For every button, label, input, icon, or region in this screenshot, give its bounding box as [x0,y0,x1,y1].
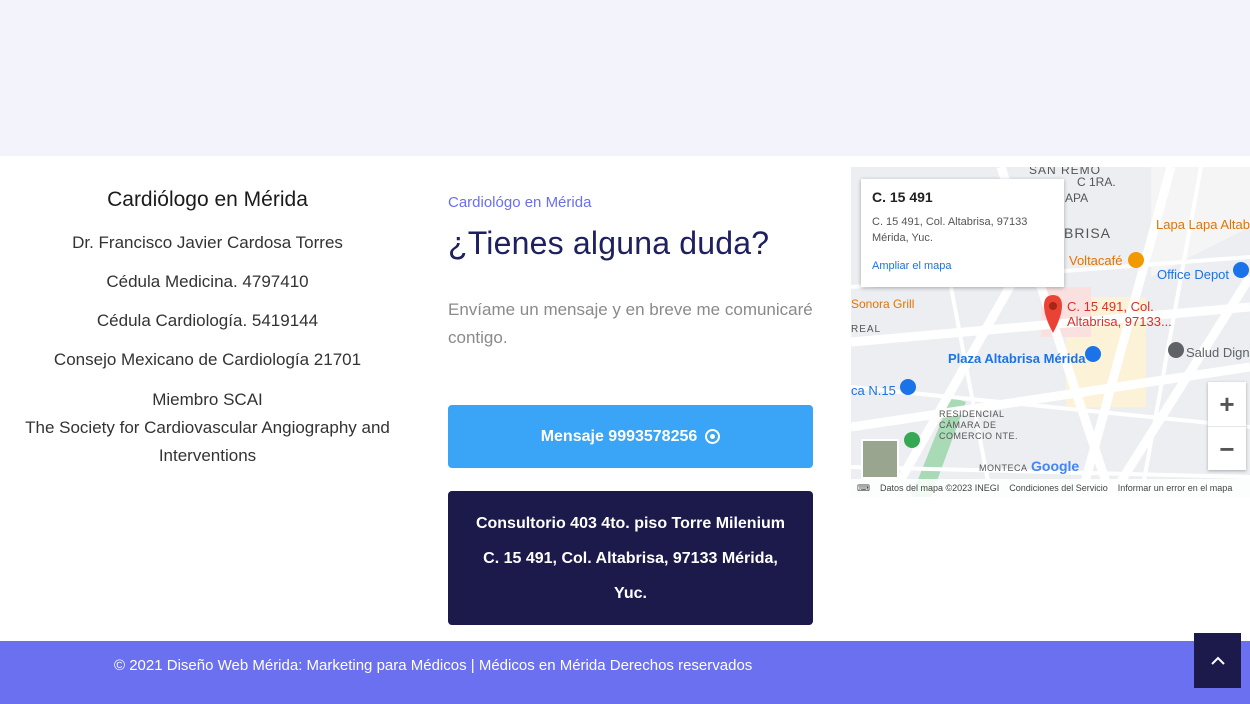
google-logo: Google [1031,458,1080,474]
profile-scai-member: Miembro SCAI [152,390,263,409]
map-label-real: REAL [851,324,882,335]
scroll-to-top-button[interactable] [1194,633,1241,688]
contact-eyebrow: Cardiológo en Mérida [448,194,592,211]
map-pin-label: C. 15 491, Col. Altabrisa, 97133... [1067,299,1172,329]
profile-scai: Miembro SCAI The Society for Cardiovascul… [20,386,395,470]
contact-description: Envíame un mensaje y en breve me comunic… [448,300,813,347]
top-band [0,0,1250,156]
zoom-out-button[interactable]: − [1208,426,1246,471]
whatsapp-icon [705,429,721,444]
map-card-address: C. 15 491, Col. Altabrisa, 97133 Mérida,… [872,216,1028,244]
map-label-brisa: BRISA [1064,225,1112,241]
footer: © 2021 Diseño Web Mérida: Marketing para… [0,641,1250,704]
profile-scai-society: The Society for Cardiovascular Angiograp… [25,418,390,465]
address-text: Consultorio 403 4to. piso Torre Milenium… [475,514,786,602]
map-label-voltacafe: Voltacafé [1069,253,1123,268]
contact-heading: ¿Tienes alguna duda? [448,225,770,261]
map-label-ca-n15: ca N.15 [851,383,896,398]
profile-title: Cardiólogo en Mérida [107,188,308,211]
map-label-plaza: Plaza Altabrisa Mérida [948,351,1086,366]
map-report-link[interactable]: Informar un error en el mapa [1118,483,1233,493]
profile-line-name: Dr. Francisco Javier Cardosa Torres [72,233,343,252]
map-card-title: C. 15 491 [872,189,933,205]
profile-line-cedula-cardiologia: Cédula Cardiología. 5419144 [96,311,319,330]
map-label-monteca: MONTECA [979,463,1028,473]
map-info-card: C. 15 491 C. 15 491, Col. Altabrisa, 971… [861,179,1064,287]
map-zoom-controls: + − [1208,382,1246,470]
map-label-lapa: Lapa Lapa Altab [1156,217,1250,232]
embedded-map[interactable]: SAN REMO C 1RA. APA BRISA Lapa Lapa Alta… [851,167,1250,497]
address-box: Consultorio 403 4to. piso Torre Milenium… [448,491,813,625]
map-label-residencial: RESIDENCIAL CÁMARA DE COMERCIO NTE. [939,409,1019,441]
satellite-toggle[interactable] [861,439,899,479]
map-label-salud: Salud Digna [1186,345,1250,360]
contact-column: Cardiológo en Mérida ¿Tienes alguna duda… [448,194,813,352]
map-terms-link[interactable]: Condiciones del Servicio [1009,483,1108,493]
map-label-apa: APA [1065,191,1089,205]
profile-line-cedula-medicina: Cédula Medicina. 4797410 [106,272,309,291]
map-enlarge-link[interactable]: Ampliar el mapa [872,260,1053,272]
footer-copyright: © 2021 Diseño Web Mérida: Marketing para… [114,657,753,674]
profile-column: Cardiólogo en Mérida Dr. Francisco Javie… [20,188,395,484]
map-data-credit: Datos del mapa ©2023 INEGI [880,483,1000,493]
profile-line-consejo: Consejo Mexicano de Cardiología 21701 [53,350,362,369]
map-label-office-depot: Office Depot [1157,267,1230,282]
message-button-label: Mensaje 9993578256 [540,427,698,445]
keyboard-icon[interactable]: ⌨ [857,483,870,494]
zoom-in-button[interactable]: + [1208,382,1246,426]
whatsapp-message-button[interactable]: Mensaje 9993578256 [448,405,813,468]
map-label-c1ra: C 1RA. [1077,175,1116,189]
map-attribution: ⌨ Datos del mapa ©2023 INEGI Condiciones… [851,479,1250,497]
map-label-sonora: Sonora Grill [851,297,915,311]
chevron-up-icon [1210,649,1225,672]
